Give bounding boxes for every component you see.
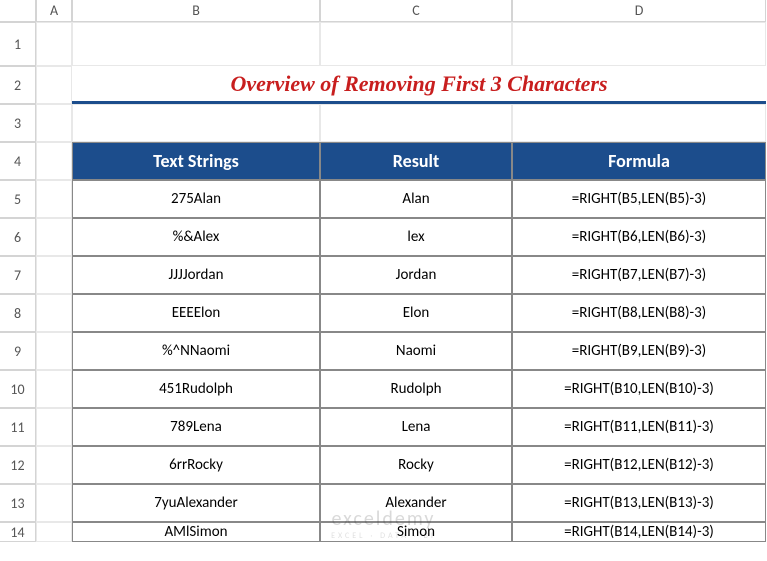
cell-empty[interactable] [512, 22, 766, 66]
data-formula[interactable]: =RIGHT(B11,LEN(B11)-3) [512, 408, 766, 446]
cell-a4[interactable] [36, 142, 72, 180]
row-header-14[interactable]: 14 [0, 522, 36, 542]
cell-a11[interactable] [36, 408, 72, 446]
cell-a2[interactable] [36, 66, 72, 104]
row-header-2[interactable]: 2 [0, 66, 36, 104]
data-formula[interactable]: =RIGHT(B5,LEN(B5)-3) [512, 180, 766, 218]
cell-a6[interactable] [36, 218, 72, 256]
data-text[interactable]: 6rrRocky [72, 446, 320, 484]
cell-a8[interactable] [36, 294, 72, 332]
data-result[interactable]: Simon [320, 522, 512, 542]
col-header-b[interactable]: B [72, 0, 320, 22]
row-header-5[interactable]: 5 [0, 180, 36, 218]
row-header-7[interactable]: 7 [0, 256, 36, 294]
row-header-6[interactable]: 6 [0, 218, 36, 256]
col-header-c[interactable]: C [320, 0, 512, 22]
data-formula[interactable]: =RIGHT(B13,LEN(B13)-3) [512, 484, 766, 522]
data-text[interactable]: 451Rudolph [72, 370, 320, 408]
header-result: Result [320, 142, 512, 180]
data-text[interactable]: %&Alex [72, 218, 320, 256]
data-formula[interactable]: =RIGHT(B6,LEN(B6)-3) [512, 218, 766, 256]
cell-empty[interactable] [36, 104, 72, 142]
cell-empty[interactable] [320, 104, 512, 142]
data-text[interactable]: EEEElon [72, 294, 320, 332]
cell-empty[interactable] [320, 22, 512, 66]
cell-empty[interactable] [72, 22, 320, 66]
cell-a5[interactable] [36, 180, 72, 218]
data-result[interactable]: Lena [320, 408, 512, 446]
col-header-d[interactable]: D [512, 0, 766, 22]
cell-a9[interactable] [36, 332, 72, 370]
data-result[interactable]: Rocky [320, 446, 512, 484]
data-result[interactable]: Naomi [320, 332, 512, 370]
header-text-strings: Text Strings [72, 142, 320, 180]
cell-a12[interactable] [36, 446, 72, 484]
data-text[interactable]: 789Lena [72, 408, 320, 446]
cell-a14[interactable] [36, 522, 72, 542]
row-header-12[interactable]: 12 [0, 446, 36, 484]
row-header-13[interactable]: 13 [0, 484, 36, 522]
row-header-3[interactable]: 3 [0, 104, 36, 142]
data-formula[interactable]: =RIGHT(B9,LEN(B9)-3) [512, 332, 766, 370]
row-header-1[interactable]: 1 [0, 22, 36, 66]
data-formula[interactable]: =RIGHT(B8,LEN(B8)-3) [512, 294, 766, 332]
header-formula: Formula [512, 142, 766, 180]
data-formula[interactable]: =RIGHT(B12,LEN(B12)-3) [512, 446, 766, 484]
row-header-11[interactable]: 11 [0, 408, 36, 446]
row-header-10[interactable]: 10 [0, 370, 36, 408]
cell-empty[interactable] [36, 22, 72, 66]
data-result[interactable]: Alan [320, 180, 512, 218]
data-formula[interactable]: =RIGHT(B14,LEN(B14)-3) [512, 522, 766, 542]
data-text[interactable]: 7yuAlexander [72, 484, 320, 522]
data-result[interactable]: Rudolph [320, 370, 512, 408]
col-header-a[interactable]: A [36, 0, 72, 22]
row-header-8[interactable]: 8 [0, 294, 36, 332]
cell-a10[interactable] [36, 370, 72, 408]
cell-empty[interactable] [512, 104, 766, 142]
data-result[interactable]: Jordan [320, 256, 512, 294]
data-formula[interactable]: =RIGHT(B7,LEN(B7)-3) [512, 256, 766, 294]
data-text[interactable]: JJJJordan [72, 256, 320, 294]
data-formula[interactable]: =RIGHT(B10,LEN(B10)-3) [512, 370, 766, 408]
data-text[interactable]: %^NNaomi [72, 332, 320, 370]
data-result[interactable]: lex [320, 218, 512, 256]
data-result[interactable]: Elon [320, 294, 512, 332]
page-title: Overview of Removing First 3 Characters [72, 66, 766, 104]
cell-a7[interactable] [36, 256, 72, 294]
data-text[interactable]: 275Alan [72, 180, 320, 218]
cell-a13[interactable] [36, 484, 72, 522]
select-all-corner[interactable] [0, 0, 36, 22]
cell-empty[interactable] [72, 104, 320, 142]
row-header-9[interactable]: 9 [0, 332, 36, 370]
data-result[interactable]: Alexander [320, 484, 512, 522]
data-text[interactable]: AMlSimon [72, 522, 320, 542]
row-header-4[interactable]: 4 [0, 142, 36, 180]
